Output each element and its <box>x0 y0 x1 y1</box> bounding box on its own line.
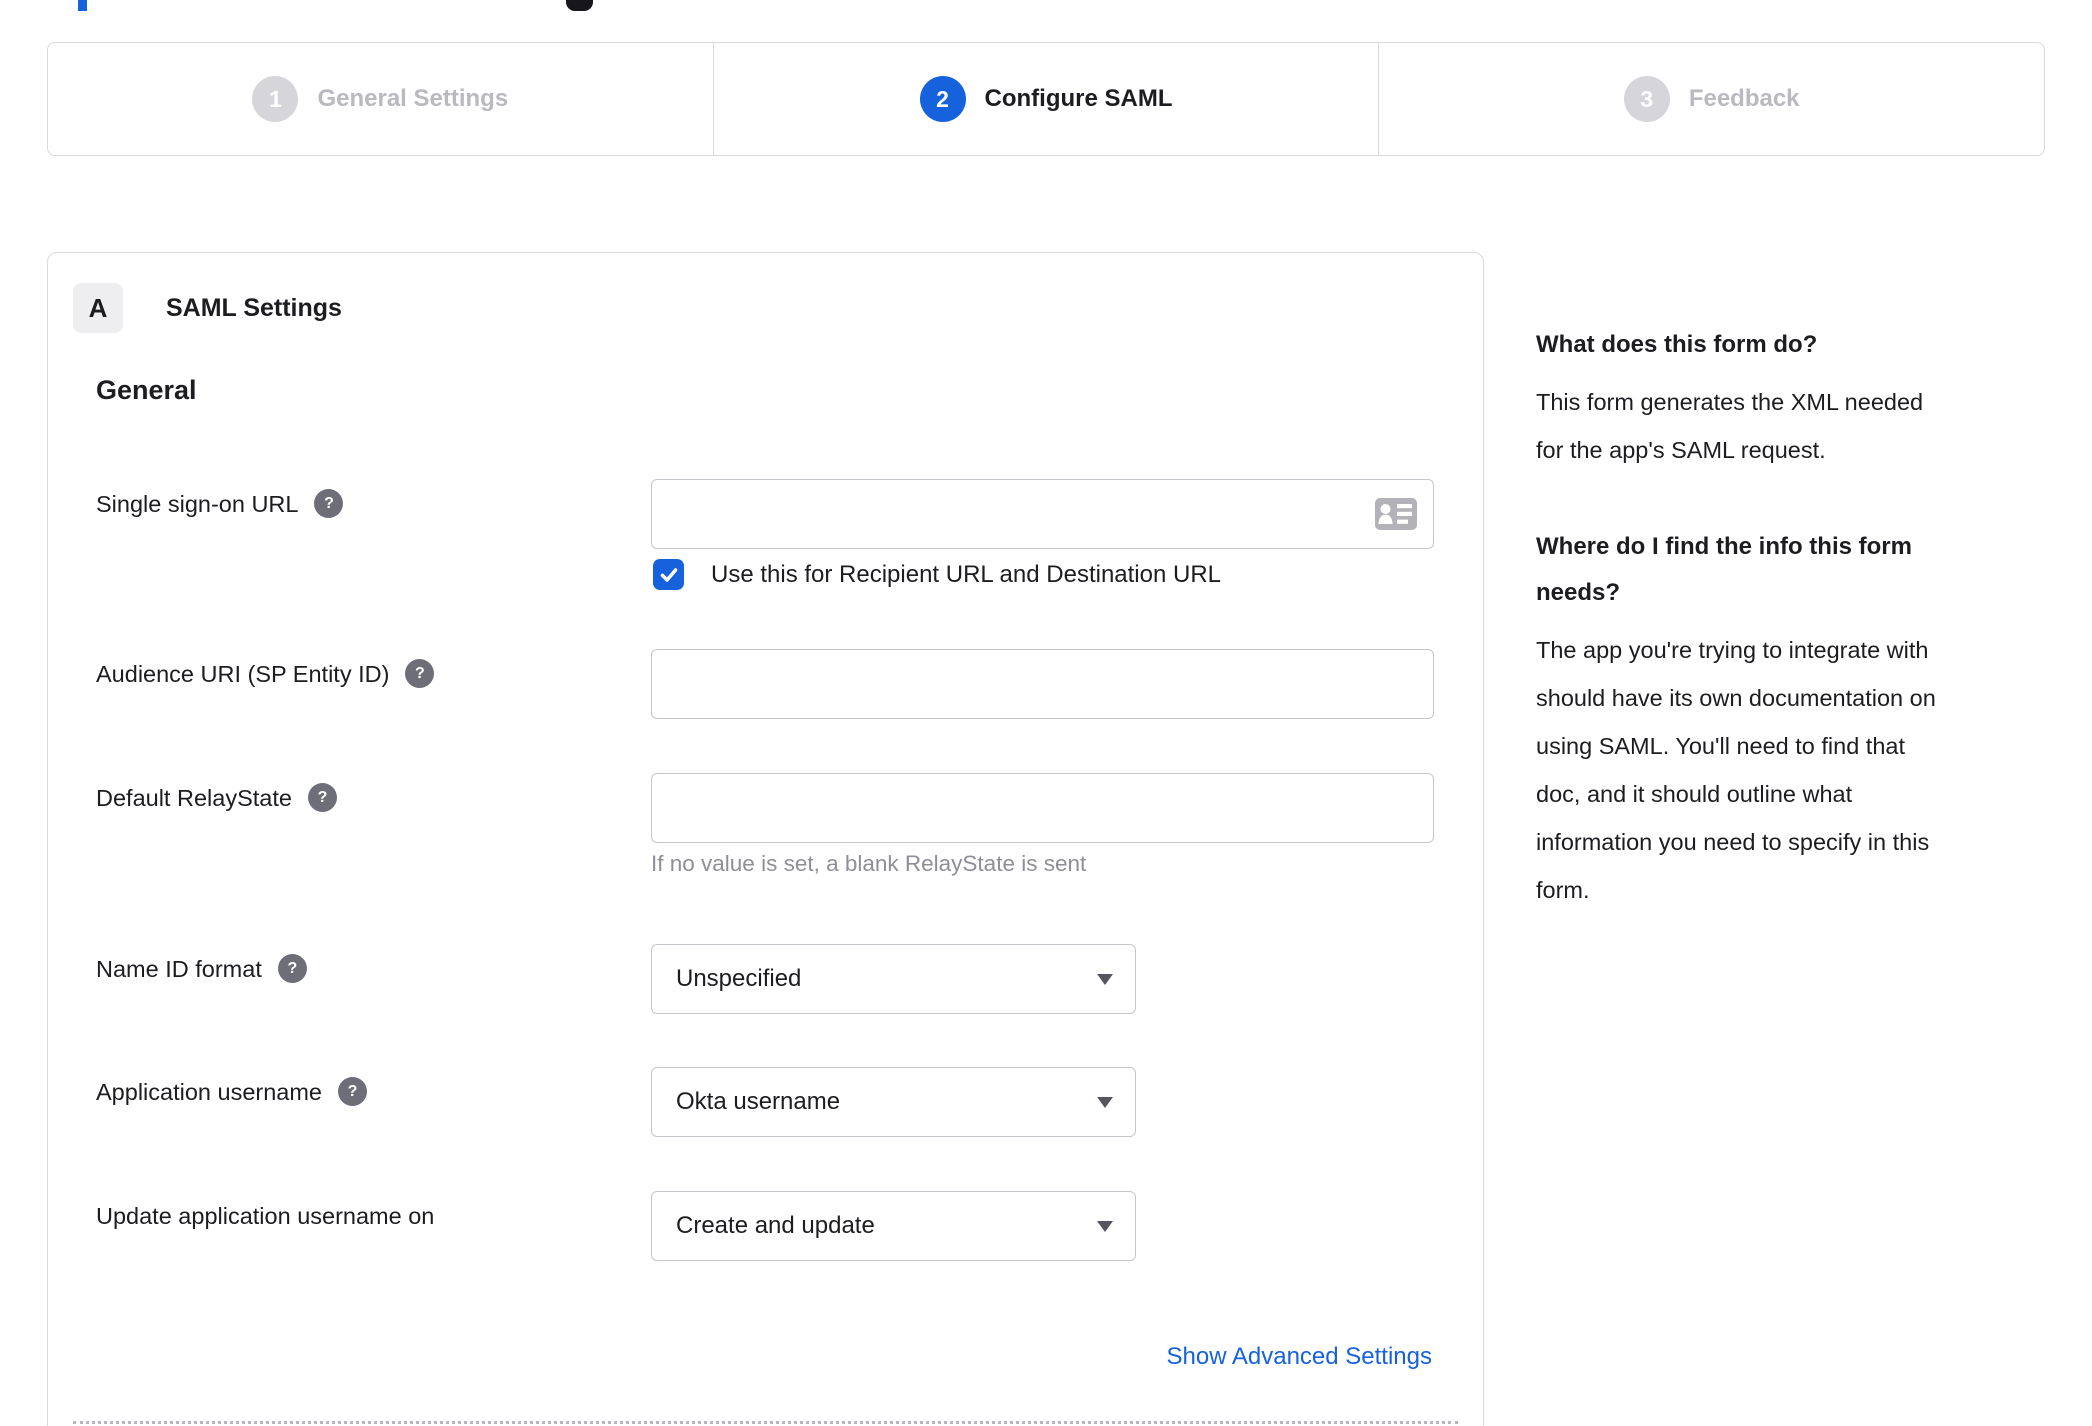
help-panel: What does this form do? This form genera… <box>1536 322 2048 914</box>
section-badge: A <box>73 283 123 333</box>
select-value: Unspecified <box>676 965 802 992</box>
application-username-select[interactable]: Okta username <box>651 1067 1136 1137</box>
help-text-line: doc, and it should outline what <box>1536 781 1853 807</box>
checkmark-icon <box>660 567 677 582</box>
show-advanced-settings-link[interactable]: Show Advanced Settings <box>1166 1343 1432 1371</box>
recipient-url-checkbox-label: Use this for Recipient URL and Destinati… <box>711 561 1222 588</box>
help-icon[interactable]: ? <box>338 1077 367 1107</box>
update-username-select[interactable]: Create and update <box>651 1191 1136 1261</box>
help-text-line: should have its own documentation on <box>1536 685 1936 711</box>
audience-uri-input[interactable] <box>651 649 1434 719</box>
step-label: Configure SAML <box>984 85 1173 112</box>
step-label: General Settings <box>317 85 509 112</box>
relaystate-input[interactable] <box>651 773 1434 843</box>
page: 1 General Settings 2 Configure SAML 3 Fe… <box>0 0 2092 1426</box>
step-general-settings[interactable]: 1 General Settings <box>48 43 713 155</box>
sso-url-label: Single sign-on URL? <box>96 489 344 520</box>
step-configure-saml[interactable]: 2 Configure SAML <box>712 43 1379 155</box>
help-heading: Where do I find the info this form <box>1536 533 1912 560</box>
help-icon[interactable]: ? <box>405 659 435 689</box>
step-number-badge: 3 <box>1623 76 1670 122</box>
step-number-badge: 2 <box>919 76 966 122</box>
help-icon[interactable]: ? <box>307 783 337 813</box>
application-username-label: Application username? <box>96 1077 367 1108</box>
group-title: General <box>96 375 197 405</box>
help-text-line: information you need to specify in this <box>1536 829 1930 855</box>
update-username-label: Update application username on <box>96 1203 435 1229</box>
help-text-line: The app you're trying to integrate with <box>1536 637 1929 663</box>
card-title: SAML Settings <box>166 294 342 322</box>
help-text-line: for the app's SAML request. <box>1536 437 1826 463</box>
clipped-top-accent <box>78 0 87 11</box>
help-heading: What does this form do? <box>1536 331 1818 358</box>
help-text-line: form. <box>1536 877 1590 903</box>
help-section-where: Where do I find the info this form needs… <box>1536 524 2048 914</box>
saml-settings-card: A SAML Settings General Single sign-on U… <box>47 252 1484 1426</box>
clipped-app-logo <box>566 0 593 11</box>
help-text-line: using SAML. You'll need to find that <box>1536 733 1906 759</box>
step-label: Feedback <box>1688 85 1800 112</box>
select-value: Okta username <box>676 1088 841 1115</box>
audience-uri-label: Audience URI (SP Entity ID)? <box>96 659 435 690</box>
help-heading: needs? <box>1536 579 1621 606</box>
help-section-what: What does this form do? This form genera… <box>1536 322 2048 474</box>
section-divider <box>73 1421 1458 1424</box>
relaystate-label: Default RelayState? <box>96 783 337 814</box>
step-feedback[interactable]: 3 Feedback <box>1378 43 2044 155</box>
name-id-format-select[interactable]: Unspecified <box>651 944 1136 1014</box>
chevron-down-icon <box>1097 1097 1113 1108</box>
name-id-format-label: Name ID format? <box>96 954 307 985</box>
help-icon[interactable]: ? <box>314 489 344 519</box>
help-text-line: This form generates the XML needed <box>1536 389 1924 415</box>
chevron-down-icon <box>1097 1221 1113 1232</box>
chevron-down-icon <box>1097 974 1113 985</box>
wizard-stepper: 1 General Settings 2 Configure SAML 3 Fe… <box>47 42 2045 156</box>
help-icon[interactable]: ? <box>277 954 307 984</box>
sso-url-input[interactable] <box>651 479 1434 549</box>
relaystate-hint: If no value is set, a blank RelayState i… <box>651 851 1087 876</box>
select-value: Create and update <box>676 1212 875 1239</box>
step-number-badge: 1 <box>252 76 299 122</box>
recipient-url-checkbox[interactable] <box>653 559 684 590</box>
